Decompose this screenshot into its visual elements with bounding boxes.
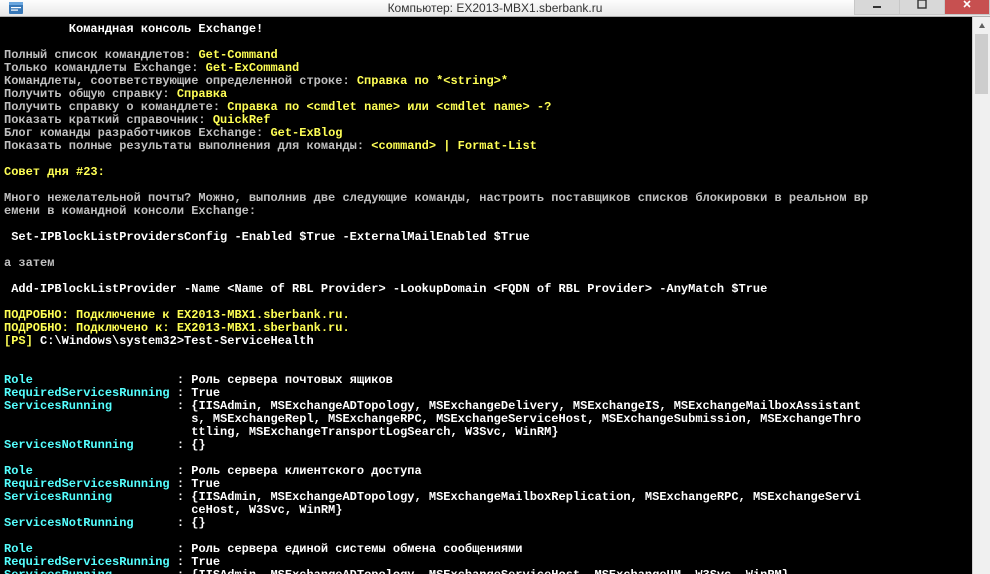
prompt-path: C:\Windows\system32> — [40, 334, 184, 348]
vertical-scrollbar[interactable] — [972, 17, 990, 574]
banner: Командная консоль Exchange! — [4, 22, 263, 36]
label-role: Role — [4, 373, 33, 387]
titlebar[interactable]: Компьютер: EX2013-MBX1.sberbank.ru — [0, 0, 990, 17]
terminal[interactable]: Командная консоль Exchange! Полный списо… — [0, 17, 972, 574]
window-title: Компьютер: EX2013-MBX1.sberbank.ru — [0, 1, 990, 15]
scrollbar-track[interactable] — [973, 34, 990, 571]
terminal-area: Командная консоль Exchange! Полный списо… — [0, 17, 990, 574]
maximize-button[interactable] — [899, 0, 945, 15]
prompt-cmd: Test-ServiceHealth — [184, 334, 314, 348]
tip-header: Совет дня #23: — [4, 165, 105, 179]
scroll-up-button[interactable] — [973, 17, 990, 34]
close-button[interactable] — [944, 0, 990, 15]
prompt-ps: [PS] — [4, 334, 40, 348]
minimize-button[interactable] — [854, 0, 900, 15]
app-icon — [8, 0, 24, 16]
app-window: Компьютер: EX2013-MBX1.sberbank.ru Коман… — [0, 0, 990, 574]
scrollbar-thumb[interactable] — [975, 34, 988, 94]
window-controls — [855, 0, 990, 15]
